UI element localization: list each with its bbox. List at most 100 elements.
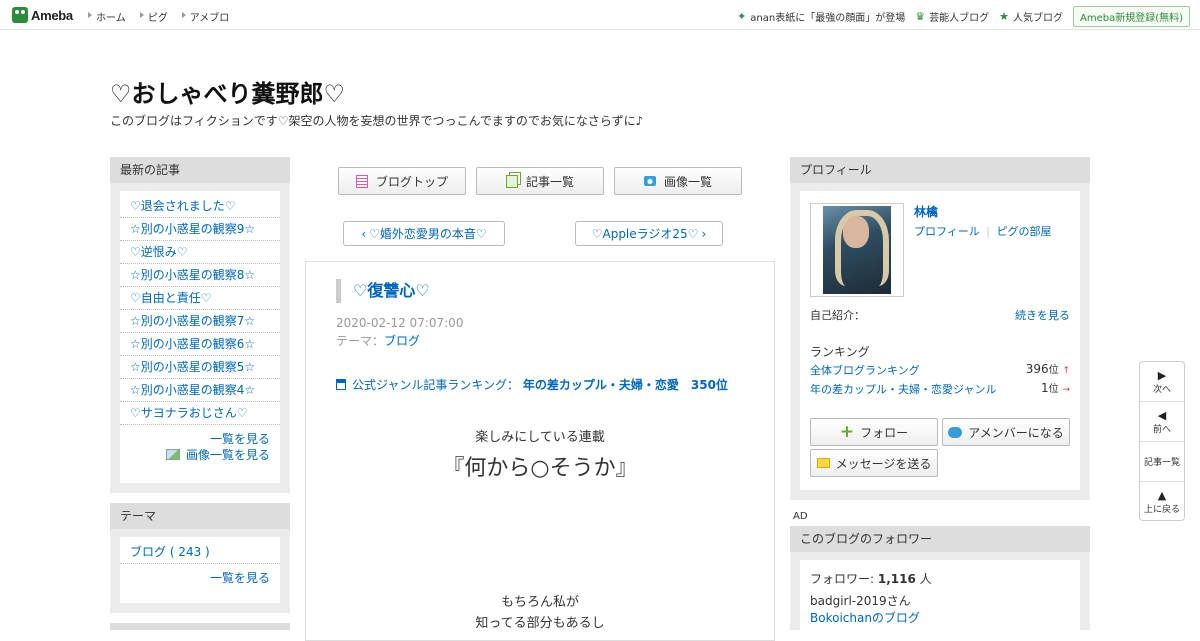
- blog-top-label: ブログトップ: [375, 174, 448, 189]
- theme-box: テーマ ブログ ( 243 ) 一覧を見る: [110, 503, 290, 613]
- list-item[interactable]: ☆別の小惑星の観察5☆: [120, 356, 280, 379]
- list-item[interactable]: ♡逆恨み♡: [120, 241, 280, 264]
- article-theme-link[interactable]: ブログ: [384, 334, 420, 348]
- recent-article-link[interactable]: ♡自由と責任♡: [130, 291, 212, 305]
- camera-icon: [643, 176, 656, 186]
- recent-more-label[interactable]: 一覧を見る: [210, 432, 270, 446]
- image-list-link[interactable]: 画像一覧を見る: [120, 447, 280, 463]
- next-sidebar-box: [110, 623, 290, 630]
- article-text-line: 『何から○そうか』: [442, 456, 638, 481]
- theme-more-link[interactable]: 一覧を見る: [120, 570, 280, 586]
- next-button[interactable]: ▶ 次へ: [1140, 362, 1184, 402]
- back-to-top-button[interactable]: ▲ 上に戻る: [1140, 482, 1184, 522]
- ameba-logo-text: Ameba: [31, 7, 73, 23]
- recent-articles-box: 最新の記事 ♡退会されました♡ ☆別の小惑星の観察9☆ ♡逆恨み♡ ☆別の小惑星…: [110, 157, 290, 493]
- image-list-button[interactable]: 画像一覧: [614, 167, 742, 195]
- popular-blog-link[interactable]: ★ 人気ブログ: [999, 9, 1063, 24]
- article-date: 2020-02-12 07:07:00: [336, 316, 464, 330]
- chevron-right-icon: ›: [701, 226, 707, 241]
- genre-ranking-value: 1位 →: [1041, 380, 1070, 395]
- recent-articles-header: 最新の記事: [110, 157, 290, 183]
- intro-label: 自己紹介：: [810, 309, 865, 322]
- list-item[interactable]: ♡自由と責任♡: [120, 287, 280, 310]
- rank-up-icon: ↑: [1062, 366, 1070, 376]
- ranking-icon: [336, 379, 346, 390]
- recent-article-link[interactable]: ☆別の小惑星の観察9☆: [130, 222, 255, 236]
- nav-home[interactable]: ホーム: [88, 9, 126, 24]
- list-item[interactable]: ♡退会されました♡: [120, 195, 280, 218]
- plus-icon: +: [839, 422, 855, 442]
- article-theme: テーマ：ブログ: [336, 332, 420, 349]
- ameba-logo[interactable]: Ameba: [12, 6, 73, 24]
- avatar[interactable]: [810, 203, 904, 297]
- recent-article-link[interactable]: ♡サヨナラおじさん♡: [130, 406, 248, 420]
- article-ranking-label: 公式ジャンル記事ランキング：: [352, 378, 520, 392]
- profile-link[interactable]: プロフィール: [914, 225, 980, 238]
- arrow-up-icon: ▲: [1157, 489, 1167, 502]
- news-link[interactable]: ✦ anan表紙に「最強の顔面」が登場: [737, 9, 905, 24]
- image-list-icon: [165, 449, 180, 460]
- article-list-float-button[interactable]: 記事一覧: [1140, 442, 1184, 482]
- chevron-left-icon: ‹: [361, 226, 367, 241]
- message-button[interactable]: メッセージを送る: [810, 449, 938, 477]
- next-sidebar-header: [110, 623, 290, 630]
- follower-count: フォロワー: 1,116 人: [810, 570, 1070, 589]
- prev-button[interactable]: ◀ 前へ: [1140, 402, 1184, 442]
- theme-link[interactable]: ブログ ( 243 ): [130, 545, 210, 559]
- list-item[interactable]: ブログ ( 243 ): [120, 541, 280, 564]
- theme-header: テーマ: [110, 503, 290, 529]
- recent-article-link[interactable]: ☆別の小惑星の観察7☆: [130, 314, 255, 328]
- follow-button[interactable]: + フォロー: [810, 418, 938, 446]
- pigg-room-link[interactable]: ピグの部屋: [997, 225, 1052, 238]
- nav-ameblo[interactable]: アメブロ: [181, 9, 229, 24]
- avatar-photo: [823, 206, 891, 294]
- overall-ranking-link[interactable]: 全体ブログランキング: [810, 362, 920, 378]
- list-item[interactable]: ☆別の小惑星の観察4☆: [120, 379, 280, 402]
- article-title[interactable]: ♡復讐心♡: [336, 279, 430, 303]
- prev-article-button[interactable]: ‹ ♡婚外恋愛男の本音♡: [343, 221, 505, 246]
- article-text-line: もちろん私が: [500, 595, 579, 610]
- overall-rank-number: 396: [1025, 362, 1049, 376]
- image-list-label[interactable]: 画像一覧を見る: [186, 448, 270, 462]
- nav-pigg[interactable]: ピグ: [139, 9, 168, 24]
- follow-label: フォロー: [860, 425, 909, 440]
- recent-articles-list: ♡退会されました♡ ☆別の小惑星の観察9☆ ♡逆恨み♡ ☆別の小惑星の観察8☆ …: [120, 191, 280, 483]
- intro-more-link[interactable]: 続きを見る: [1015, 307, 1070, 323]
- list-item[interactable]: ☆別の小惑星の観察7☆: [120, 310, 280, 333]
- genre-ranking-link[interactable]: 年の差カップル・夫婦・恋愛ジャンル: [810, 381, 996, 397]
- article-ranking[interactable]: 公式ジャンル記事ランキング： 年の差カップル・夫婦・恋愛 350位: [336, 376, 728, 393]
- list-item[interactable]: ☆別の小惑星の観察6☆: [120, 333, 280, 356]
- next-label: 次へ: [1152, 384, 1171, 395]
- recent-article-link[interactable]: ☆別の小惑星の観察4☆: [130, 383, 255, 397]
- prev-article-label: ♡婚外恋愛男の本音♡: [369, 227, 487, 241]
- article-list-float-label: 記事一覧: [1143, 458, 1180, 468]
- list-item[interactable]: ♡サヨナラおじさん♡: [120, 402, 280, 425]
- header-links: ✦ anan表紙に「最強の顔面」が登場 ♛ 芸能人ブログ ★ 人気ブログ Ame…: [737, 6, 1190, 27]
- list-item[interactable]: ☆別の小惑星の観察8☆: [120, 264, 280, 287]
- profile-name[interactable]: 林檎: [914, 203, 938, 220]
- theme-more-label[interactable]: 一覧を見る: [210, 571, 270, 585]
- recent-article-link[interactable]: ☆別の小惑星の観察6☆: [130, 337, 255, 351]
- recent-article-link[interactable]: ☆別の小惑星の観察8☆: [130, 268, 255, 282]
- article-list-button[interactable]: 記事一覧: [476, 167, 604, 195]
- followers-box: このブログのフォロワー フォロワー: 1,116 人 badgirl-2019さ…: [790, 526, 1090, 640]
- recent-article-link[interactable]: ♡逆恨み♡: [130, 245, 188, 259]
- theme-list: ブログ ( 243 ) 一覧を見る: [120, 537, 280, 603]
- ameba-logo-icon: [12, 7, 28, 23]
- next-article-button[interactable]: ♡Appleラジオ25♡ ›: [575, 221, 723, 246]
- amember-button[interactable]: アメンバーになる: [942, 418, 1070, 446]
- recent-more-link[interactable]: 一覧を見る: [120, 431, 280, 447]
- overall-ranking-value: 396位 ↑: [1026, 361, 1070, 376]
- article-text-line: 楽しみにしている連載: [475, 430, 605, 445]
- recent-article-link[interactable]: ♡退会されました♡: [130, 199, 236, 213]
- register-button[interactable]: Ameba新規登録(無料): [1072, 6, 1190, 27]
- blog-top-button[interactable]: ブログトップ: [338, 167, 466, 195]
- followers-content: フォロワー: 1,116 人 badgirl-2019さん Bokoichanの…: [800, 560, 1080, 640]
- list-item[interactable]: ☆別の小惑星の観察9☆: [120, 218, 280, 241]
- ranking-label: ランキング: [810, 345, 870, 359]
- celeb-blog-link[interactable]: ♛ 芸能人ブログ: [915, 9, 989, 24]
- follower-count-label: フォロワー:: [810, 572, 875, 586]
- recent-article-link[interactable]: ☆別の小惑星の観察5☆: [130, 360, 255, 374]
- follower-blog-link[interactable]: Bokoichanのブログ: [810, 611, 920, 625]
- blog-title[interactable]: ♡おしゃべり糞野郎♡: [110, 74, 345, 109]
